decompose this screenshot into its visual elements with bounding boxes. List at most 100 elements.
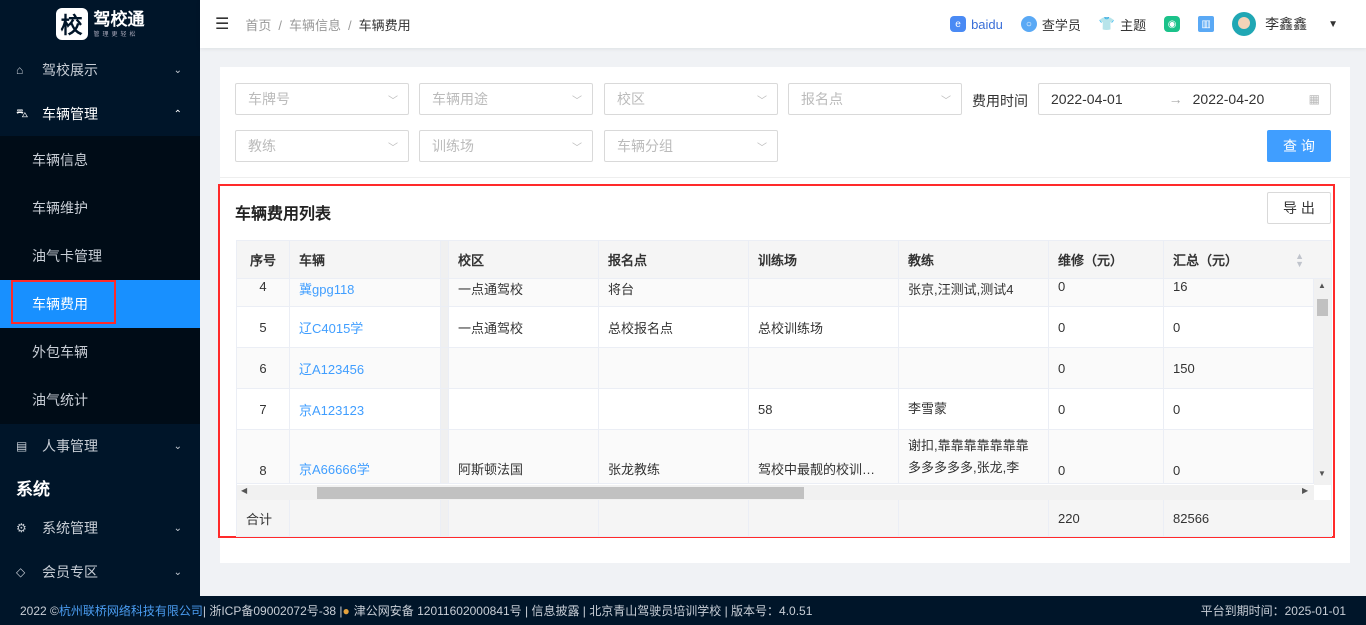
sidebar-item-fuel-card[interactable]: 油气卡管理 <box>0 232 200 280</box>
sidebar-item-fuel-stats[interactable]: 油气统计 <box>0 376 200 424</box>
cell-repair: 0 <box>1049 279 1164 306</box>
theme-button[interactable]: 👕 主题 <box>1099 15 1146 34</box>
footer: 2022 © 杭州联桥网络科技有限公司 | 浙ICP备09002072号-38 |… <box>0 596 1366 625</box>
table-row[interactable]: 7 京A123123 58 李雪蒙 0 0 <box>237 389 1314 430</box>
coach-select[interactable]: 教练 ﹀ <box>235 130 409 162</box>
export-button[interactable]: 导 出 <box>1267 192 1331 224</box>
cell-index: 4 <box>237 279 290 306</box>
menu-hr[interactable]: ▤ 人事管理 ⌄ <box>0 424 200 468</box>
gear-icon: ⚙ <box>16 521 27 535</box>
menu-vehicle-management[interactable]: ⛍ 车辆管理 ⌃ <box>0 92 200 136</box>
user-menu[interactable]: 李鑫鑫 ▼ <box>1232 12 1338 36</box>
cell-field <box>749 279 899 306</box>
summary-total: 82566 <box>1164 500 1331 536</box>
sidebar-item-vehicle-maintenance[interactable]: 车辆维护 <box>0 184 200 232</box>
cell-signup: 将台 <box>599 279 749 306</box>
shield-icon[interactable]: ◉ <box>1164 16 1181 32</box>
footer-icp[interactable]: | 浙ICP备09002072号-38 | <box>203 602 343 619</box>
sidebar-item-vehicle-cost[interactable]: 车辆费用 <box>0 280 200 328</box>
menu-label: 人事管理 <box>42 438 98 454</box>
query-button[interactable]: 查 询 <box>1267 130 1331 162</box>
cell-vehicle[interactable]: 辽A123456 <box>290 348 441 388</box>
summary-cell <box>290 500 441 536</box>
cell-coach: 李雪蒙 <box>899 389 1049 429</box>
baidu-link[interactable]: e baidu <box>950 16 1003 32</box>
col-total[interactable]: 汇总（元） ▲ ▼ <box>1164 241 1331 278</box>
summary-cell <box>899 500 1049 536</box>
menu-member[interactable]: ◇ 会员专区 ⌄ <box>0 550 200 594</box>
signup-select[interactable]: 报名点 ﹀ <box>788 83 962 115</box>
menu-driving-school[interactable]: ⌂ 驾校展示 ⌄ <box>0 48 200 92</box>
date-start[interactable]: 2022-04-01 <box>1051 91 1123 107</box>
theme-label: 主题 <box>1120 17 1147 33</box>
plate-select[interactable]: 车牌号 ﹀ <box>235 83 409 115</box>
cell-vehicle[interactable]: 京A66666学 <box>290 430 441 483</box>
cell-field: 58 <box>749 389 899 429</box>
cell-total: 0 <box>1164 307 1314 347</box>
divider <box>220 177 1350 178</box>
campus-select[interactable]: 校区 ﹀ <box>604 83 778 115</box>
footer-year: 2022 © <box>20 603 59 618</box>
date-end[interactable]: 2022-04-20 <box>1193 91 1265 107</box>
dashboard-icon[interactable]: ▥ <box>1198 16 1215 32</box>
usage-select[interactable]: 车辆用途 ﹀ <box>419 83 593 115</box>
avatar <box>1232 12 1257 36</box>
cost-table: 序号 车辆 校区 报名点 训练场 教练 维修（元） 汇总（元） ▲ ▼ 4 冀gpg1… <box>236 240 1332 537</box>
shirt-icon: 👕 <box>1098 16 1116 31</box>
field-select[interactable]: 训练场 ﹀ <box>419 130 593 162</box>
logo-mark: 校 <box>55 8 88 40</box>
car-icon: ⛍ <box>16 106 29 120</box>
chevron-down-icon: ⌄ <box>173 522 182 534</box>
breadcrumb-home[interactable]: 首页 <box>245 18 271 33</box>
footer-company-link[interactable]: 杭州联桥网络科技有限公司 <box>59 602 203 619</box>
sidebar-item-outsourced[interactable]: 外包车辆 <box>0 328 200 376</box>
sidebar-item-vehicle-info[interactable]: 车辆信息 <box>0 136 200 184</box>
summary-label: 合计 <box>237 500 290 536</box>
col-repair: 维修（元） <box>1049 241 1164 278</box>
chevron-down-icon: ⌄ <box>173 64 182 76</box>
vertical-scrollbar[interactable]: ▲ ▼ <box>1314 279 1331 485</box>
cell-total: 16 <box>1164 279 1314 306</box>
summary-cell <box>449 500 599 536</box>
sort-icon[interactable]: ▲ ▼ <box>1295 251 1304 268</box>
col-signup: 报名点 <box>599 241 749 278</box>
cell-repair: 0 <box>1049 348 1164 388</box>
group-select[interactable]: 车辆分组 ﹀ <box>604 130 778 162</box>
logo: 校 驾校通 管理更轻松 <box>0 0 200 48</box>
cell-vehicle[interactable]: 辽C4015学 <box>290 307 441 347</box>
cell-campus: 一点通驾校 <box>449 279 599 306</box>
cell-signup <box>599 389 749 429</box>
breadcrumb: 首页 / 车辆信息 / 车辆费用 <box>245 17 411 33</box>
menu-fold-icon[interactable]: ☰ <box>215 14 229 34</box>
col-campus: 校区 <box>449 241 599 278</box>
cell-field <box>749 348 899 388</box>
horizontal-scrollbar[interactable]: ◀ ▶ <box>237 485 1314 500</box>
cell-vehicle[interactable]: 冀gpg118 <box>290 279 441 306</box>
search-student-button[interactable]: ○ 查学员 <box>1020 15 1081 34</box>
fixed-shadow <box>441 389 449 429</box>
fixed-shadow <box>441 241 449 278</box>
menu-label: 系统管理 <box>42 520 98 536</box>
cell-repair: 0 <box>1049 430 1164 483</box>
cell-total: 0 <box>1164 430 1314 483</box>
cell-total: 150 <box>1164 348 1314 388</box>
menu-system[interactable]: ⚙ 系统管理 ⌄ <box>0 506 200 550</box>
police-badge-icon: ● <box>342 603 350 618</box>
breadcrumb-current: 车辆费用 <box>358 17 411 33</box>
breadcrumb-vehicle-info[interactable]: 车辆信息 <box>289 18 341 33</box>
chevron-down-icon: ﹀ <box>572 95 582 107</box>
table-row[interactable]: 6 辽A123456 0 150 <box>237 348 1314 389</box>
date-range-picker[interactable]: 2022-04-01 → 2022-04-20 ▦ <box>1038 83 1331 115</box>
table-row[interactable]: 5 辽C4015学 一点通驾校 总校报名点 总校训练场 0 0 <box>237 307 1314 348</box>
footer-info: 津公网安备 12011602000841号 | 信息披露 | 北京青山驾驶员培训… <box>353 604 813 618</box>
home-icon: ⌂ <box>16 63 24 77</box>
col-field: 训练场 <box>749 241 899 278</box>
table-summary-row: 合计 220 82566 <box>237 500 1331 536</box>
vehicle-submenu: 车辆信息 车辆维护 油气卡管理 车辆费用 外包车辆 油气统计 <box>0 136 200 424</box>
plate-placeholder: 车牌号 <box>248 91 290 107</box>
table-row[interactable]: 4 冀gpg118 一点通驾校 将台 张京,汪测试,测试4 0 16 <box>237 279 1314 307</box>
usage-placeholder: 车辆用途 <box>432 91 488 107</box>
table-row[interactable]: 8 京A66666学 阿斯顿法国 张龙教练 驾校中最靓的校训… 谢扣,靠靠靠靠靠靠靠 多多… <box>237 430 1314 484</box>
cell-vehicle[interactable]: 京A123123 <box>290 389 441 429</box>
summary-cell <box>599 500 749 536</box>
